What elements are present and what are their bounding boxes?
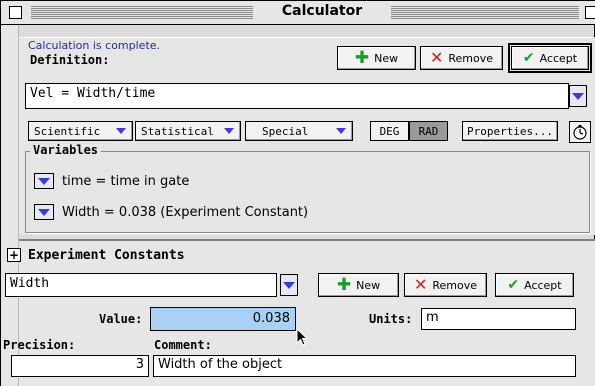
remove-button[interactable]: ✕ Remove [420,46,503,70]
value-input[interactable]: 0.038 [150,307,296,331]
special-menu[interactable]: Special [245,121,353,141]
precision-label: Precision: [3,338,76,352]
constant-accept-label: Accept [524,278,562,292]
definition-input[interactable]: Vel = Width/time [25,83,569,109]
plus-icon: ✚ [354,47,370,68]
rad-toggle[interactable]: RAD [409,121,448,141]
chevron-down-icon [224,128,234,134]
x-icon: ✕ [413,275,428,294]
constants-heading: Experiment Constants [28,248,185,263]
chevron-down-icon [336,128,346,134]
comment-input[interactable]: Width of the object [153,355,576,377]
deg-toggle[interactable]: DEG [370,121,409,141]
status-message: Calculation is complete. [28,39,161,52]
constant-dropdown-arrow[interactable] [280,274,298,296]
left-gutter [1,25,19,386]
zoom-box-icon[interactable] [585,6,595,19]
title-stripes-right [391,5,579,19]
constant-accept-button[interactable]: ✔ Accept [495,273,574,297]
chevron-down-icon [38,208,50,216]
new-button[interactable]: ✚ New [337,46,416,70]
x-icon: ✕ [429,48,444,67]
variables-group [25,151,590,233]
mouse-pointer-icon [296,328,309,346]
statistical-menu-label: Statistical [141,124,214,138]
window-title: Calculator [281,3,363,19]
constant-remove-button[interactable]: ✕ Remove [404,273,487,297]
properties-button[interactable]: Properties... [462,121,558,141]
close-box-icon[interactable] [9,6,22,19]
chevron-down-icon [116,128,126,134]
checkmark-icon: ✔ [507,277,520,293]
units-label: Units: [369,312,413,326]
accept-button[interactable]: ✔ Accept [508,43,592,73]
plus-icon: ✚ [336,274,352,295]
scientific-menu-label: Scientific [34,124,101,138]
comment-label: Comment: [154,338,212,352]
constant-remove-label: Remove [432,278,478,292]
calculator-window: Calculator Calculation is complete. Defi… [0,0,595,386]
variable-text: time = time in gate [62,173,190,189]
constant-new-button[interactable]: ✚ New [318,273,399,297]
variable-dropdown-arrow[interactable] [34,173,54,189]
title-bar[interactable]: Calculator [1,1,595,25]
stopwatch-button[interactable] [569,121,591,143]
chevron-down-icon [38,177,50,185]
chevron-down-icon [572,92,584,100]
special-menu-label: Special [262,124,309,138]
title-stripes-left [31,5,253,19]
variable-row[interactable]: time = time in gate [34,173,189,189]
checkmark-icon: ✔ [522,50,535,66]
constant-new-label: New [356,278,381,292]
remove-button-label: Remove [448,51,494,65]
constant-name-field[interactable]: Width [5,273,277,297]
chevron-down-icon [283,281,295,289]
new-button-label: New [374,51,399,65]
value-label: Value: [99,312,143,326]
units-input[interactable]: m [421,308,576,330]
definition-dropdown-arrow[interactable] [569,85,587,107]
stopwatch-icon [573,125,587,140]
accept-button-label: Accept [539,51,578,65]
variable-dropdown-arrow[interactable] [34,204,54,220]
variable-row[interactable]: Width = 0.038 (Experiment Constant) [34,204,308,220]
variables-legend: Variables [30,143,102,157]
variable-text: Width = 0.038 (Experiment Constant) [62,204,309,220]
precision-input[interactable]: 3 [11,355,149,377]
scientific-menu[interactable]: Scientific [28,121,133,141]
expand-plus-icon[interactable]: + [7,248,21,262]
definition-label: Definition: [30,53,110,67]
statistical-menu[interactable]: Statistical [135,121,241,141]
